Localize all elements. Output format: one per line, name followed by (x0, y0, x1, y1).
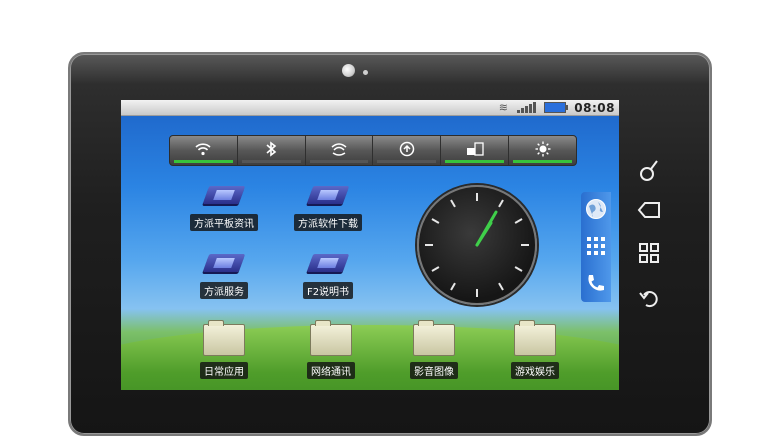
fangpai-logo-icon (202, 248, 246, 278)
clock-hour-hand (475, 221, 493, 247)
front-camera (342, 64, 355, 77)
phone-icon (588, 274, 604, 291)
sync-toggle[interactable] (373, 136, 442, 165)
app-fangpai-software-download[interactable]: 方派软件下载 (283, 180, 373, 231)
status-time: 08:08 (574, 100, 615, 115)
fangpai-logo-icon (306, 180, 350, 210)
hw-home-button[interactable] (636, 200, 662, 224)
sync-icon (399, 141, 415, 161)
wifi-icon (195, 142, 211, 160)
bluetooth-toggle[interactable] (238, 136, 306, 165)
clock-tick (514, 266, 523, 272)
folder-icon (203, 320, 245, 356)
clock-tick (514, 218, 523, 224)
phone-button[interactable] (584, 272, 608, 296)
folder-network[interactable]: 网络通讯 (286, 320, 376, 379)
folder-label: 影音图像 (410, 362, 458, 379)
app-drawer-button[interactable] (584, 235, 608, 259)
clock-tick (450, 199, 456, 208)
app-f2-manual[interactable]: F2说明书 (283, 248, 373, 299)
brightness-toggle[interactable] (509, 136, 576, 165)
folder-icon (514, 320, 556, 356)
back-icon (639, 291, 658, 308)
hw-menu-button[interactable] (636, 242, 662, 269)
analog-clock-widget[interactable] (417, 185, 537, 305)
app-fangpai-tablet-news[interactable]: 方派平板资讯 (179, 180, 269, 231)
hw-search-button[interactable] (636, 158, 662, 189)
gps-toggle[interactable] (306, 136, 374, 165)
status-bar: ≋ 08:08 (121, 100, 619, 116)
folder-media[interactable]: 影音图像 (389, 320, 479, 379)
wifi-icon: ≋ (498, 100, 508, 114)
power-control-widget (169, 135, 577, 166)
signal-icon (517, 102, 537, 113)
globe-icon (586, 199, 606, 220)
folder-label: 日常应用 (200, 362, 248, 379)
browser-button[interactable] (584, 198, 608, 222)
fangpai-logo-icon (306, 248, 350, 278)
clock-tick (431, 218, 440, 224)
app-label: 方派服务 (200, 282, 248, 299)
menu-icon (639, 243, 659, 263)
brightness-icon (535, 141, 551, 161)
app-label: F2说明书 (302, 282, 354, 299)
folder-daily-apps[interactable]: 日常应用 (179, 320, 269, 379)
app-fangpai-service[interactable]: 方派服务 (179, 248, 269, 299)
bluetooth-icon (265, 140, 277, 161)
app-label: 方派软件下载 (294, 214, 362, 231)
hw-back-button[interactable] (636, 286, 662, 313)
folder-label: 游戏娱乐 (511, 362, 559, 379)
folder-icon (413, 320, 455, 356)
folder-icon (310, 320, 352, 356)
fangpai-logo-icon (202, 180, 246, 210)
home-screen: ≋ 08:08 方派平板资讯 方派软件下载 方派服务 F2说明书 日常应用 网络… (121, 100, 619, 390)
app-label: 方派平板资讯 (190, 214, 258, 231)
battery-icon (544, 102, 569, 113)
clock-tick (431, 266, 440, 272)
app-grid-icon (587, 236, 605, 255)
clock-face (425, 193, 529, 297)
quick-launch-dock (581, 192, 611, 302)
search-icon (640, 160, 658, 181)
rotate-toggle[interactable] (441, 136, 510, 165)
screen-rotate-icon (466, 141, 484, 160)
folder-label: 网络通讯 (307, 362, 355, 379)
clock-tick (498, 282, 504, 291)
home-tag-icon (637, 202, 660, 218)
light-sensor (363, 70, 368, 75)
clock-tick (450, 282, 456, 291)
wifi-toggle[interactable] (170, 136, 238, 165)
gps-icon (330, 141, 348, 161)
clock-tick (498, 199, 504, 208)
folder-games[interactable]: 游戏娱乐 (490, 320, 580, 379)
